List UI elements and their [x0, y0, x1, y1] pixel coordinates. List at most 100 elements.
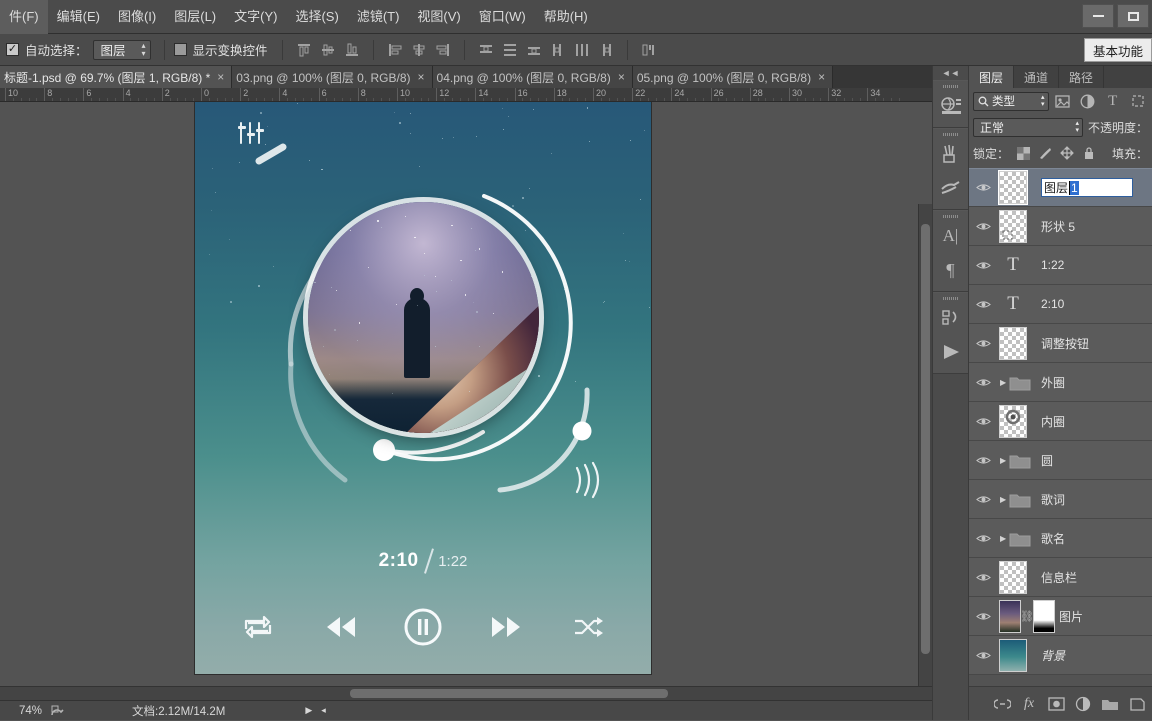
link-layers-button[interactable]: [989, 689, 1015, 719]
layer-visibility-toggle[interactable]: [969, 650, 997, 661]
layer-row-10[interactable]: 信息栏: [969, 558, 1152, 597]
distribute-left-edges-icon[interactable]: [547, 39, 569, 61]
new-group-button[interactable]: [1097, 689, 1123, 719]
distribute-right-edges-icon[interactable]: [595, 39, 617, 61]
canvas-area[interactable]: 2:10 1:22: [0, 102, 932, 696]
shuffle-button[interactable]: [565, 604, 611, 650]
lock-position-icon[interactable]: [1059, 145, 1075, 161]
play-pause-button[interactable]: [400, 604, 446, 650]
layer-visibility-toggle[interactable]: [969, 455, 997, 466]
layer-row-9[interactable]: ▶ 歌名: [969, 519, 1152, 558]
layer-style-button[interactable]: fx: [1016, 689, 1042, 719]
adjustment-filter-icon[interactable]: [1077, 92, 1098, 111]
canvas-vertical-scrollbar[interactable]: [918, 204, 932, 696]
album-artwork[interactable]: [308, 202, 539, 433]
document-tab-2[interactable]: 04.png @ 100% (图层 0, RGB/8) ×: [433, 66, 633, 88]
layer-row-11[interactable]: ⛓ 图片: [969, 597, 1152, 636]
layer-thumbnail[interactable]: T: [997, 254, 1037, 276]
layer-visibility-toggle[interactable]: [969, 416, 997, 427]
document-tab-3[interactable]: 05.png @ 100% (图层 0, RGB/8) ×: [633, 66, 833, 88]
align-left-edges-icon[interactable]: [384, 39, 406, 61]
next-button[interactable]: [483, 604, 529, 650]
layer-thumbnail[interactable]: ▶: [997, 530, 1037, 547]
layer-visibility-toggle[interactable]: [969, 494, 997, 505]
layer-row-12[interactable]: 背景: [969, 636, 1152, 675]
layer-thumbnail[interactable]: ▶: [997, 452, 1037, 469]
layer-row-6[interactable]: 内圈: [969, 402, 1152, 441]
layer-row-2[interactable]: T 1:22: [969, 246, 1152, 285]
align-vertical-centers-icon[interactable]: [317, 39, 339, 61]
tab-paths[interactable]: 路径: [1059, 66, 1104, 88]
close-icon[interactable]: ×: [618, 70, 625, 84]
brush-panel-icon[interactable]: [933, 137, 968, 171]
previous-button[interactable]: [318, 604, 364, 650]
layer-visibility-toggle[interactable]: [969, 572, 997, 583]
lock-all-icon[interactable]: [1081, 145, 1097, 161]
tab-layers[interactable]: 图层: [969, 66, 1014, 88]
menu-item-window[interactable]: 窗口(W): [470, 0, 535, 34]
layer-row-7[interactable]: ▶ 圆: [969, 441, 1152, 480]
chevron-right-icon[interactable]: ▶: [1000, 495, 1006, 504]
layer-thumbnail[interactable]: [997, 171, 1037, 204]
canvas-horizontal-scrollbar[interactable]: [0, 686, 932, 700]
document-tab-0[interactable]: 标题-1.psd @ 69.7% (图层 1, RGB/8) * ×: [0, 66, 232, 88]
layer-row-3[interactable]: T 2:10: [969, 285, 1152, 324]
status-menu-arrow-icon[interactable]: ▶: [305, 705, 312, 716]
layer-filter-dropdown[interactable]: 类型 ▴▾: [973, 92, 1049, 111]
layer-thumbnail[interactable]: [997, 327, 1037, 360]
workspace-button[interactable]: 基本功能: [1084, 38, 1152, 62]
lock-image-pixels-icon[interactable]: [1037, 145, 1053, 161]
link-icon[interactable]: ⛓: [1021, 608, 1033, 624]
layer-visibility-toggle[interactable]: [969, 611, 997, 622]
artboard[interactable]: 2:10 1:22: [195, 102, 651, 674]
layer-list[interactable]: 图层 1 形状 5 T 1:22: [969, 168, 1152, 686]
menu-item-view[interactable]: 视图(V): [408, 0, 469, 34]
layer-row-0[interactable]: 图层 1: [969, 168, 1152, 207]
menu-item-type[interactable]: 文字(Y): [225, 0, 286, 34]
menu-item-edit[interactable]: 编辑(E): [48, 0, 109, 34]
character-panel-icon[interactable]: A|: [933, 219, 968, 253]
layer-visibility-toggle[interactable]: [969, 338, 997, 349]
layer-row-5[interactable]: ▶ 外圈: [969, 363, 1152, 402]
scrollbar-thumb[interactable]: [921, 224, 930, 654]
align-right-edges-icon[interactable]: [432, 39, 454, 61]
align-top-edges-icon[interactable]: [293, 39, 315, 61]
layer-visibility-toggle[interactable]: [969, 299, 997, 310]
auto-align-layers-icon[interactable]: [638, 39, 660, 61]
distribute-top-edges-icon[interactable]: [475, 39, 497, 61]
layer-thumbnail[interactable]: [997, 639, 1037, 672]
chevron-right-icon[interactable]: ▶: [1000, 378, 1006, 387]
minimize-button[interactable]: [1082, 4, 1114, 28]
distribute-bottom-edges-icon[interactable]: [523, 39, 545, 61]
layer-visibility-toggle[interactable]: [969, 377, 997, 388]
close-icon[interactable]: ×: [818, 70, 825, 84]
history-panel-icon[interactable]: [933, 301, 968, 335]
chevron-right-icon[interactable]: ▶: [1000, 534, 1006, 543]
layer-thumbnail[interactable]: ⛓: [997, 600, 1055, 633]
zoom-level[interactable]: 74%: [0, 705, 46, 717]
new-layer-button[interactable]: [1124, 689, 1150, 719]
blend-mode-dropdown[interactable]: 正常 ▴▾: [973, 118, 1083, 137]
menu-item-select[interactable]: 选择(S): [286, 0, 347, 34]
3d-panel-icon[interactable]: [933, 89, 968, 123]
layer-visibility-toggle[interactable]: [969, 260, 997, 271]
document-proxy-icon[interactable]: [46, 701, 68, 721]
layer-thumbnail[interactable]: [997, 210, 1037, 243]
show-transform-checkbox[interactable]: [174, 43, 187, 56]
menu-item-file[interactable]: 件(F): [0, 0, 48, 34]
close-icon[interactable]: ×: [418, 70, 425, 84]
distribute-vertical-centers-icon[interactable]: [499, 39, 521, 61]
tab-channels[interactable]: 通道: [1014, 66, 1059, 88]
layer-rename-input[interactable]: 图层 1: [1041, 178, 1133, 197]
scrollbar-thumb[interactable]: [350, 689, 668, 698]
layer-row-1[interactable]: 形状 5: [969, 207, 1152, 246]
menu-item-help[interactable]: 帮助(H): [535, 0, 597, 34]
layer-thumbnail[interactable]: ▶: [997, 491, 1037, 508]
shape-filter-icon[interactable]: [1127, 92, 1148, 111]
layer-visibility-toggle[interactable]: [969, 533, 997, 544]
maximize-button[interactable]: [1117, 4, 1149, 28]
repeat-button[interactable]: [235, 604, 281, 650]
layer-row-8[interactable]: ▶ 歌词: [969, 480, 1152, 519]
distribute-horizontal-centers-icon[interactable]: [571, 39, 593, 61]
align-bottom-edges-icon[interactable]: [341, 39, 363, 61]
